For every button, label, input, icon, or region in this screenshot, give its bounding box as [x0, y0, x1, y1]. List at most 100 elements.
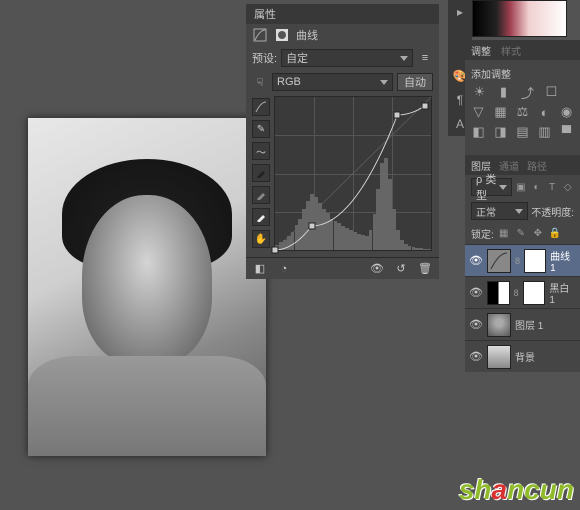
smooth-tool[interactable]: 〜 [252, 142, 270, 160]
curve-point-tool[interactable] [252, 98, 270, 116]
channel-hand-icon[interactable]: ☟ [252, 74, 268, 90]
invert-icon[interactable]: ◨ [493, 125, 508, 139]
preset-label: 预设: [252, 50, 277, 66]
adjustments-tab[interactable]: 调整 [471, 43, 491, 58]
filter-shape-icon[interactable]: ◇ [561, 180, 574, 194]
layer-name[interactable]: 曲线 1 [550, 248, 576, 274]
adjustments-tabset: 调整 样式 [465, 40, 580, 60]
brightness-icon[interactable]: ☀ [471, 85, 488, 99]
expand-icon[interactable]: ▸ [448, 0, 472, 24]
curves-icon[interactable]: ◧ [252, 261, 268, 277]
preset-menu-icon[interactable]: ≡ [417, 50, 433, 66]
link-icon[interactable]: 8 [514, 288, 519, 298]
mask-thumb[interactable] [524, 249, 546, 273]
pencil-tool[interactable]: ✎ [252, 120, 270, 138]
eye-icon[interactable]: 👁 [369, 261, 385, 277]
reset-icon[interactable]: ↺ [393, 261, 409, 277]
blend-mode-value: 正常 [476, 204, 496, 219]
filter-adj-icon[interactable]: ◐ [530, 180, 543, 194]
layer-row[interactable]: 👁 背景 [465, 340, 580, 372]
color-swatch-panel[interactable] [472, 0, 567, 37]
chevron-down-icon [400, 56, 408, 61]
gray-eyedropper[interactable] [252, 186, 270, 204]
opacity-label: 不透明度: [531, 204, 574, 219]
black-eyedropper[interactable] [252, 164, 270, 182]
gradient-map-icon[interactable]: ▀ [559, 125, 574, 139]
watermark-logo: shancun [459, 474, 574, 506]
adjustments-body: 添加调整 ☀ ▮ ⤴ ☐ ▽ ▦ ⚖ ◐ ◉ ◧ ◨ ▤ ▥ ▀ [465, 60, 580, 151]
properties-panel: 属性 曲线 预设: 自定 ≡ ☟ RGB 自动 ✎ 〜 ✋ [246, 4, 439, 279]
layer-row[interactable]: 👁 8 黑白 1 [465, 276, 580, 308]
curves-adj-icon [252, 27, 268, 43]
bw-icon[interactable]: ◐ [537, 105, 552, 119]
visibility-icon[interactable]: 👁 [469, 318, 483, 331]
visibility-icon[interactable]: 👁 [469, 286, 483, 299]
vibrance-icon[interactable]: ▽ [471, 105, 486, 119]
layer-thumb[interactable] [487, 313, 511, 337]
visibility-icon[interactable]: 👁 [469, 254, 483, 267]
link-icon[interactable]: 8 [515, 256, 520, 266]
filter-type-icon[interactable]: T [546, 180, 559, 194]
photo-shirt [28, 356, 266, 456]
layers-panel: 图层 通道 路径 ρ 类型 ▣ ◐ T ◇ 正常 不透明度: 锁定: ▦ ✎ ✥… [465, 155, 580, 372]
exposure-icon[interactable]: ☐ [543, 85, 560, 99]
channels-tab[interactable]: 通道 [499, 158, 519, 173]
lock-transparent-icon[interactable]: ▦ [497, 227, 511, 241]
photo-face [82, 195, 212, 365]
blend-mode-select[interactable]: 正常 [471, 202, 528, 220]
chevron-down-icon [380, 80, 388, 85]
adj-row-1: ☀ ▮ ⤴ ☐ [471, 85, 574, 99]
chevron-down-icon [515, 209, 523, 214]
channel-select[interactable]: RGB [272, 73, 393, 91]
layer-name[interactable]: 背景 [515, 349, 535, 364]
auto-button[interactable]: 自动 [397, 73, 433, 91]
layer-row[interactable]: 👁 图层 1 [465, 308, 580, 340]
filter-type-select[interactable]: ρ 类型 [471, 178, 512, 196]
properties-tab-label: 属性 [254, 6, 276, 22]
layer-row[interactable]: 👁 8 曲线 1 [465, 244, 580, 276]
layer-name[interactable]: 黑白 1 [549, 280, 576, 306]
curves-graph[interactable] [274, 96, 432, 251]
curve-line [275, 97, 431, 250]
lock-all-icon[interactable]: 🔒 [548, 227, 562, 241]
delete-icon[interactable]: 🗑 [417, 261, 433, 277]
curves-tools: ✎ 〜 ✋ [252, 96, 270, 251]
auto-btn-label: 自动 [404, 74, 426, 90]
curve-point[interactable] [394, 112, 401, 119]
clip-icon[interactable]: ◔ [276, 261, 292, 277]
mask-thumb[interactable] [523, 281, 546, 305]
paths-tab[interactable]: 路径 [527, 158, 547, 173]
properties-tab[interactable]: 属性 [246, 4, 439, 24]
color-balance-icon[interactable]: ⚖ [515, 105, 530, 119]
white-eyedropper[interactable] [252, 208, 270, 226]
lock-label: 锁定: [471, 226, 494, 241]
lock-move-icon[interactable]: ✥ [531, 227, 545, 241]
channel-mixer-icon[interactable]: ◧ [471, 125, 486, 139]
curve-point[interactable] [421, 103, 428, 110]
layer-list: 👁 8 曲线 1 👁 8 黑白 1 👁 图层 1 👁 背景 [465, 244, 580, 372]
filter-pixel-icon[interactable]: ▣ [515, 180, 528, 194]
posterize-icon[interactable]: ▤ [515, 125, 530, 139]
layer-thumb[interactable] [487, 345, 511, 369]
edit-points-tool[interactable]: ✋ [252, 230, 270, 248]
mask-icon[interactable] [274, 27, 290, 43]
curve-point[interactable] [272, 247, 279, 254]
curve-point[interactable] [308, 223, 315, 230]
threshold-icon[interactable]: ▥ [537, 125, 552, 139]
adj-row-3: ◧ ◨ ▤ ▥ ▀ [471, 125, 574, 139]
canvas-document[interactable] [28, 118, 266, 456]
layer-filter-row: ρ 类型 ▣ ◐ T ◇ [465, 175, 580, 199]
layer-name[interactable]: 图层 1 [515, 317, 543, 332]
photo-filter-icon[interactable]: ◉ [559, 105, 574, 119]
portrait-photo [28, 118, 266, 456]
hue-icon[interactable]: ▦ [493, 105, 508, 119]
curves-area: ✎ 〜 ✋ [246, 94, 439, 257]
preset-select[interactable]: 自定 [281, 49, 413, 67]
panel-title: 曲线 [296, 27, 318, 43]
levels-icon[interactable]: ▮ [495, 85, 512, 99]
styles-tab[interactable]: 样式 [501, 43, 521, 58]
curves-icon[interactable]: ⤴ [519, 85, 536, 99]
lock-brush-icon[interactable]: ✎ [514, 227, 528, 241]
visibility-icon[interactable]: 👁 [469, 350, 483, 363]
preset-row: 预设: 自定 ≡ [246, 46, 439, 70]
